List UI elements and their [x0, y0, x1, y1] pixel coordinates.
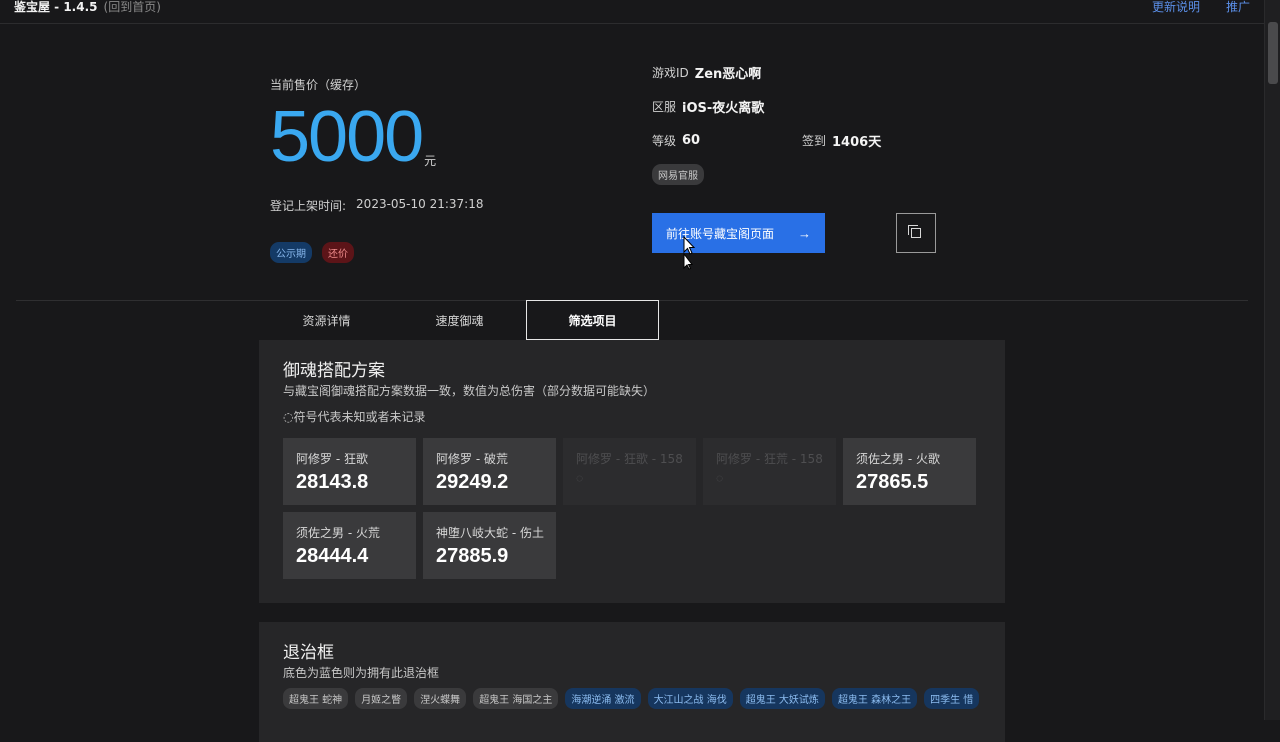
soul-item-value: ◌: [576, 471, 584, 485]
server-label: 区服: [652, 99, 677, 114]
home-link[interactable]: (回到首页): [104, 0, 161, 15]
soul-item: 须佐之男 - 火歌 27865.5: [843, 438, 976, 505]
top-bar: 鉴宝屋 - 1.4.5 (回到首页) 更新说明 推广: [0, 0, 1264, 24]
copy-icon: [908, 225, 921, 238]
soul-item: 阿修罗 - 狂歌 - 158 ◌: [563, 438, 696, 505]
tab-filter-items[interactable]: 筛选项目: [526, 300, 659, 340]
boss-frame-tag: 涅火蝶舞: [414, 688, 467, 709]
boss-frame-tag-owned: 超鬼王 森林之王: [831, 688, 918, 709]
promote-link[interactable]: 推广: [1226, 0, 1250, 15]
price-label: 当前售价（缓存）: [270, 78, 367, 92]
soul-item-value: 27865.5: [856, 471, 929, 493]
soul-plan-note: ◌符号代表未知或者未记录: [283, 410, 426, 424]
copy-button[interactable]: [896, 213, 936, 253]
soul-plan-subtitle: 与藏宝阁御魂搭配方案数据一致，数值为总伤害（部分数据可能缺失）: [283, 384, 656, 398]
level-value: 60: [682, 132, 701, 148]
soul-item-name: 须佐之男 - 火歌: [856, 452, 940, 466]
scrollbar[interactable]: [1264, 0, 1280, 720]
server-value: iOS-夜火离歌: [682, 100, 765, 116]
soul-item-name: 神堕八岐大蛇 - 伤土: [436, 526, 544, 540]
soul-item: 阿修罗 - 狂荒 - 158 ◌: [703, 438, 836, 505]
official-server-tag: 网易官服: [652, 164, 704, 185]
price-unit: 元: [424, 154, 437, 168]
soul-item-name: 阿修罗 - 破荒: [436, 452, 508, 466]
game-id-value: Zen恶心啊: [694, 66, 762, 82]
soul-item-value: ◌: [716, 471, 724, 485]
boss-frame-tag: 超鬼王 蛇神: [283, 688, 349, 709]
app-name: 鉴宝屋 - 1.4.5: [14, 0, 98, 14]
soul-item: 阿修罗 - 狂歌 28143.8: [283, 438, 416, 505]
soul-item-name: 阿修罗 - 狂歌 - 158: [576, 452, 683, 466]
status-badge-publicity: 公示期: [270, 242, 312, 263]
signin-value: 1406天: [832, 134, 882, 150]
changelog-link[interactable]: 更新说明: [1152, 0, 1200, 15]
soul-item: 神堕八岐大蛇 - 伤土 27885.9: [423, 512, 556, 579]
soul-item-value: 28143.8: [296, 471, 369, 493]
boss-frame-tag: 超鬼王 海国之主: [473, 688, 559, 709]
status-badge-counteroffer: 还价: [322, 242, 354, 263]
soul-item: 阿修罗 - 破荒 29249.2: [423, 438, 556, 505]
boss-frame-subtitle: 底色为蓝色则为拥有此退治框: [283, 666, 440, 680]
soul-item-value: 29249.2: [436, 471, 509, 493]
level-label: 等级: [652, 133, 677, 148]
boss-frame-tag-owned: 海潮逆涌 激流: [565, 688, 641, 709]
tab-speed-souls[interactable]: 速度御魂: [393, 300, 526, 340]
signin-label: 签到: [802, 133, 827, 148]
game-id-label: 游戏ID: [652, 65, 689, 80]
goto-cbg-button[interactable]: 前往账号藏宝阁页面 →: [652, 213, 825, 253]
listed-time-label: 登记上架时间:: [270, 199, 347, 213]
boss-frame-tag: 月姬之瞥: [355, 688, 408, 709]
price-panel: 当前售价（缓存） 5000 元 登记上架时间: 2023-05-10 21:37…: [270, 76, 484, 263]
soul-item-name: 阿修罗 - 狂歌: [296, 452, 368, 466]
account-info: 游戏ID Zen恶心啊 区服 iOS-夜火离歌 等级 60 签到 1406天 网…: [652, 62, 952, 185]
boss-frame-tag-owned: 四季生 惜: [924, 688, 980, 709]
soul-item-value: 27885.9: [436, 545, 509, 567]
listed-time-value: 2023-05-10 21:37:18: [356, 197, 484, 211]
boss-frame-tags: 超鬼王 蛇神 月姬之瞥 涅火蝶舞 超鬼王 海国之主 海潮逆涌 激流 大江山之战 …: [283, 688, 980, 709]
boss-frame-card: 退治框 底色为蓝色则为拥有此退治框 超鬼王 蛇神 月姬之瞥 涅火蝶舞 超鬼王 海…: [259, 622, 1005, 742]
soul-plan-title: 御魂搭配方案: [283, 361, 385, 381]
boss-frame-tag-owned: 超鬼王 大妖试炼: [739, 688, 825, 709]
soul-item-name: 须佐之男 - 火荒: [296, 526, 380, 540]
soul-item-value: 28444.4: [296, 545, 369, 567]
tab-resource-details[interactable]: 资源详情: [260, 300, 393, 340]
listed-time-row: 登记上架时间: 2023-05-10 21:37:18: [270, 197, 484, 214]
scrollbar-thumb[interactable]: [1268, 22, 1278, 84]
soul-plan-card: 御魂搭配方案 与藏宝阁御魂搭配方案数据一致，数值为总伤害（部分数据可能缺失） ◌…: [259, 340, 1005, 603]
soul-item-name: 阿修罗 - 狂荒 - 158: [716, 452, 823, 466]
soul-item: 须佐之男 - 火荒 28444.4: [283, 512, 416, 579]
price-value: 5000: [270, 97, 424, 177]
top-nav: 更新说明 推广: [1152, 0, 1250, 15]
tab-bar: 资源详情 速度御魂 筛选项目: [260, 300, 659, 340]
arrow-right-icon: →: [798, 225, 811, 241]
mouse-cursor-icon: [683, 236, 696, 270]
boss-frame-title: 退治框: [283, 643, 334, 663]
boss-frame-tag-owned: 大江山之战 海伐: [647, 688, 733, 709]
